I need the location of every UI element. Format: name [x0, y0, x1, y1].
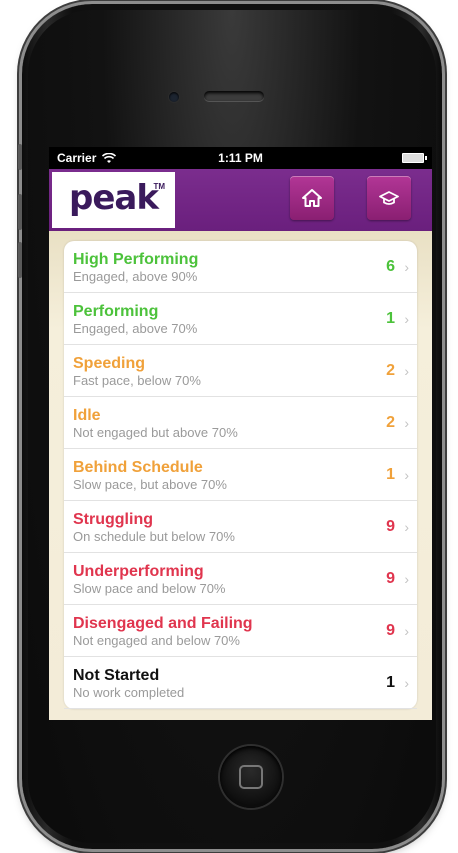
chevron-right-icon: ›	[404, 311, 409, 327]
list-item[interactable]: Speeding Fast pace, below 70% 2 ›	[64, 345, 417, 397]
row-title: Disengaged and Failing	[73, 615, 253, 632]
list-item[interactable]: Behind Schedule Slow pace, but above 70%…	[64, 449, 417, 501]
row-count: 6	[386, 258, 395, 275]
chevron-right-icon: ›	[404, 519, 409, 535]
row-title: Struggling	[73, 511, 153, 528]
chevron-right-icon: ›	[404, 623, 409, 639]
home-nav-button[interactable]	[290, 176, 334, 220]
list-item[interactable]: Performing Engaged, above 70% 1 ›	[64, 293, 417, 345]
status-bar: Carrier 1:11 PM	[49, 147, 432, 169]
chevron-right-icon: ›	[404, 259, 409, 275]
list-item[interactable]: Not Started No work completed 1 ›	[64, 657, 417, 709]
row-subtitle: Fast pace, below 70%	[73, 373, 201, 388]
row-subtitle: Engaged, above 70%	[73, 321, 198, 336]
nav-bar: peak TM	[49, 169, 432, 231]
row-title: Behind Schedule	[73, 459, 203, 476]
row-count: 2	[386, 414, 395, 431]
list-item[interactable]: Disengaged and Failing Not engaged and b…	[64, 605, 417, 657]
front-camera	[169, 92, 179, 102]
logo-trademark: TM	[153, 182, 165, 191]
list-item[interactable]: High Performing Engaged, above 90% 6 ›	[64, 241, 417, 293]
list-item[interactable]: Underperforming Slow pace and below 70% …	[64, 553, 417, 605]
row-title: Idle	[73, 407, 101, 424]
row-title: Performing	[73, 303, 159, 320]
list-background: High Performing Engaged, above 90% 6 › P…	[49, 231, 432, 720]
wifi-icon	[102, 152, 117, 163]
chevron-right-icon: ›	[404, 415, 409, 431]
carrier-label: Carrier	[57, 151, 97, 165]
chevron-right-icon: ›	[404, 571, 409, 587]
app-screen: Carrier 1:11 PM peak TM High Performing …	[49, 147, 432, 720]
row-subtitle: On schedule but below 70%	[73, 529, 235, 544]
row-count: 9	[386, 518, 395, 535]
row-subtitle: Not engaged but above 70%	[73, 425, 238, 440]
home-button[interactable]	[220, 746, 282, 808]
graduation-cap-icon	[379, 191, 399, 205]
peak-logo: peak TM	[52, 172, 175, 228]
row-title: High Performing	[73, 251, 199, 268]
volume-up-button	[18, 194, 22, 230]
row-title: Speeding	[73, 355, 146, 372]
row-subtitle: No work completed	[73, 685, 185, 700]
row-count: 1	[386, 310, 395, 327]
chevron-right-icon: ›	[404, 467, 409, 483]
row-subtitle: Slow pace, but above 70%	[73, 477, 227, 492]
battery-icon	[402, 153, 427, 163]
row-count: 9	[386, 622, 395, 639]
chevron-right-icon: ›	[404, 363, 409, 379]
status-list: High Performing Engaged, above 90% 6 › P…	[64, 241, 417, 709]
earpiece-speaker	[204, 91, 264, 101]
graduation-nav-button[interactable]	[367, 176, 411, 220]
row-title: Not Started	[73, 667, 160, 684]
home-icon	[302, 189, 322, 207]
row-subtitle: Engaged, above 90%	[73, 269, 198, 284]
logo-text: peak	[69, 178, 159, 218]
list-item[interactable]: Struggling On schedule but below 70% 9 ›	[64, 501, 417, 553]
volume-down-button	[18, 242, 22, 278]
row-title: Underperforming	[73, 563, 204, 580]
row-count: 1	[386, 674, 395, 691]
row-subtitle: Slow pace and below 70%	[73, 581, 226, 596]
row-count: 2	[386, 362, 395, 379]
mute-switch	[18, 144, 22, 170]
chevron-right-icon: ›	[404, 675, 409, 691]
row-count: 1	[386, 466, 395, 483]
list-item[interactable]: Idle Not engaged but above 70% 2 ›	[64, 397, 417, 449]
row-count: 9	[386, 570, 395, 587]
row-subtitle: Not engaged and below 70%	[73, 633, 240, 648]
